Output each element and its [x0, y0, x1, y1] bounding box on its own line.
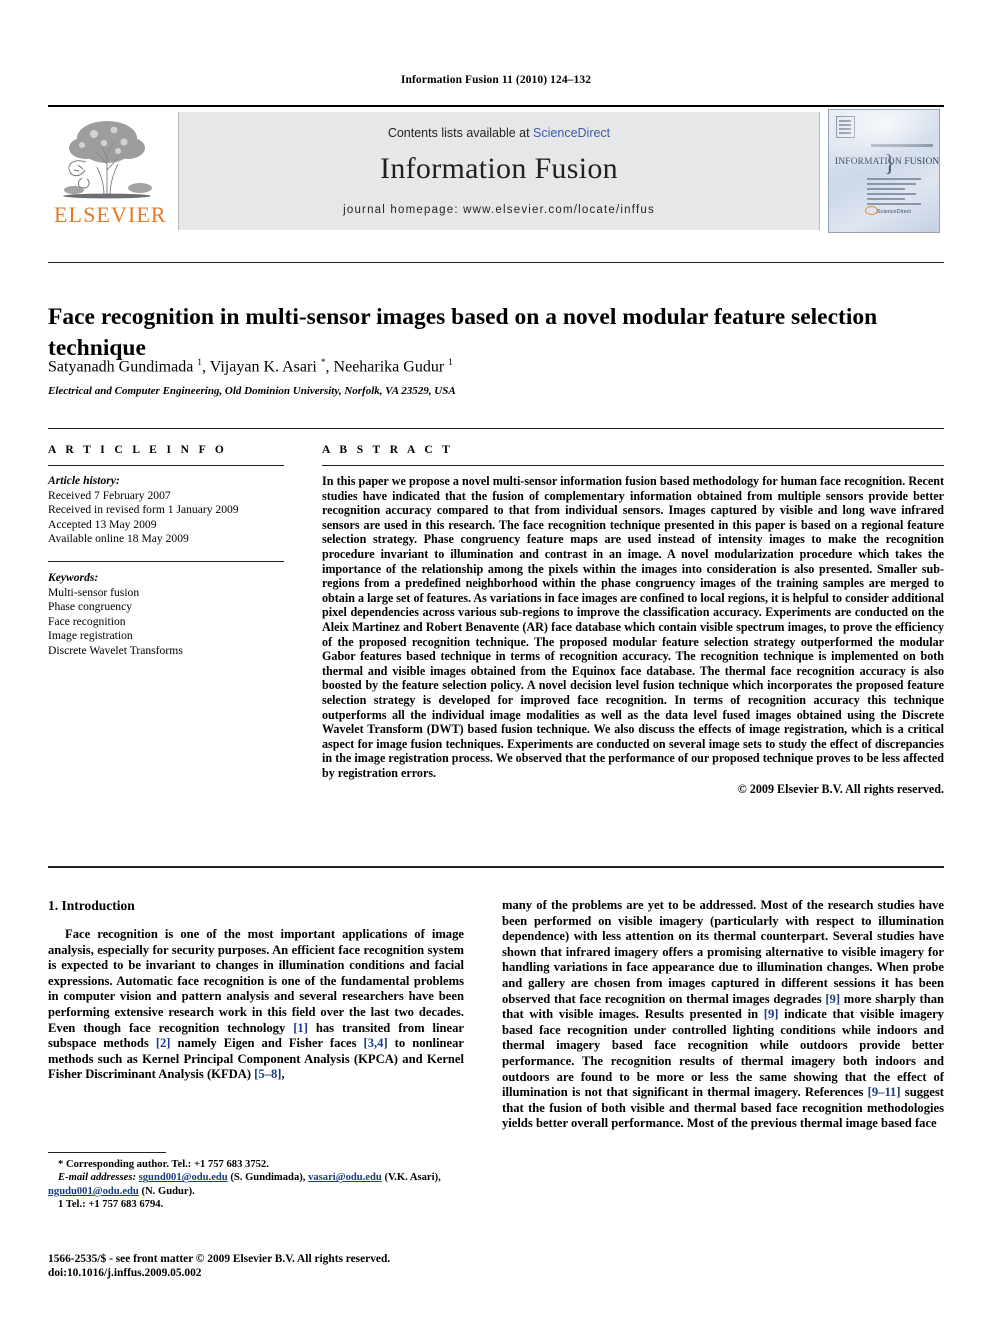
abstract-bottom-rule: [48, 866, 944, 868]
article-history-label: Article history:: [48, 474, 120, 487]
keywords-label: Keywords:: [48, 570, 99, 584]
cover-sciencedirect-label: ScienceDirect: [877, 209, 911, 215]
sciencedirect-link[interactable]: ScienceDirect: [533, 126, 610, 140]
journal-cover-thumbnail: INFORMATION FUSION } ScienceDirect: [828, 109, 940, 233]
history-item: Received 7 February 2007: [48, 488, 171, 502]
email-link-asari[interactable]: vasari@odu.edu: [308, 1172, 382, 1183]
elsevier-logo: ELSEVIER: [52, 112, 174, 230]
history-item: Available online 18 May 2009: [48, 532, 189, 546]
affiliation: Electrical and Computer Engineering, Old…: [48, 385, 456, 397]
abstract-copyright: © 2009 Elsevier B.V. All rights reserved…: [737, 782, 944, 797]
imprint-doi-line: doi:10.1016/j.inffus.2009.05.002: [48, 1267, 202, 1279]
history-item: Received in revised form 1 January 2009: [48, 503, 239, 517]
citation-ref[interactable]: [3,4]: [364, 1036, 388, 1050]
contents-available-line: Contents lists available at ScienceDirec…: [179, 126, 819, 140]
keyword-item: Discrete Wavelet Transforms: [48, 643, 183, 657]
tel-note: 1 Tel.: +1 757 683 6794.: [58, 1199, 164, 1211]
body-column-left: 1. Introduction Face recognition is one …: [48, 898, 464, 1083]
info-top-rule: [48, 428, 944, 429]
contents-prefix: Contents lists available at: [387, 126, 534, 140]
keyword-item: Phase congruency: [48, 600, 133, 614]
journal-masthead: ELSEVIER Contents lists available at Sci…: [48, 105, 944, 233]
article-info-hairline: [48, 465, 284, 466]
email-owner-3: (N. Gudur).: [138, 1185, 195, 1197]
email-owner-1: (S. Gundimada),: [227, 1172, 309, 1184]
keyword-item: Image registration: [48, 629, 133, 643]
history-item: Accepted 13 May 2009: [48, 517, 157, 531]
running-head: Information Fusion 11 (2010) 124–132: [400, 74, 592, 86]
article-info-separator: [48, 560, 284, 562]
abstract-hairline: [322, 465, 944, 466]
text-run: Face recognition is one of the most impo…: [48, 927, 464, 1035]
author-list: Satyanadh Gundimada 1, Vijayan K. Asari …: [48, 358, 453, 376]
masthead-top-rule: [48, 105, 944, 107]
citation-ref[interactable]: [2]: [156, 1036, 171, 1050]
abstract-heading: A B S T R A C T: [322, 444, 454, 456]
citation-ref[interactable]: [9]: [825, 992, 840, 1006]
footnote-rule: [48, 1152, 166, 1153]
abstract-text: In this paper we propose a novel multi-s…: [322, 474, 944, 780]
email-addresses-label: E-mail addresses:: [58, 1172, 136, 1184]
page-title: Face recognition in multi-sensor images …: [48, 303, 878, 361]
article-info-column: A R T I C L E I N F O Article history: R…: [48, 444, 284, 659]
text-run: namely Eigen and Fisher faces: [170, 1036, 364, 1051]
footnote-block: * Corresponding author. Tel.: +1 757 683…: [48, 1158, 468, 1212]
section-heading-introduction: 1. Introduction: [48, 898, 135, 913]
citation-ref[interactable]: [1]: [293, 1021, 308, 1035]
corresponding-author-note: * Corresponding author. Tel.: +1 757 683…: [58, 1159, 269, 1170]
text-run: ,: [281, 1067, 285, 1082]
cover-text-lines: [867, 178, 921, 208]
elsevier-tree-icon: [52, 112, 162, 200]
email-owner-2: (V.K. Asari),: [381, 1172, 441, 1184]
imprint-block: 1566-2535/$ - see front matter © 2009 El…: [48, 1252, 548, 1280]
email-addresses-note: E-mail addresses: sgund001@odu.edu (S. G…: [48, 1171, 468, 1198]
journal-homepage-link[interactable]: journal homepage: www.elsevier.com/locat…: [179, 204, 819, 216]
imprint-issn-line: 1566-2535/$ - see front matter © 2009 El…: [48, 1253, 391, 1265]
body-column-right: many of the problems are yet to be addre…: [502, 898, 944, 1132]
keyword-item: Face recognition: [48, 614, 126, 628]
journal-title: Information Fusion: [380, 152, 618, 185]
email-link-gundimada[interactable]: sgund001@odu.edu: [139, 1172, 228, 1183]
title-top-rule: [48, 262, 944, 263]
text-run: many of the problems are yet to be addre…: [502, 898, 944, 1006]
keyword-item: Multi-sensor fusion: [48, 585, 140, 599]
article-history-block: Article history: Received 7 February 200…: [48, 474, 284, 547]
keywords-block: Keywords: Multi-sensor fusion Phase cong…: [48, 571, 284, 659]
paper-page: Information Fusion 11 (2010) 124–132 ELS…: [0, 0, 992, 1323]
intro-paragraph-left: Face recognition is one of the most impo…: [48, 927, 464, 1083]
citation-ref[interactable]: [9–11]: [868, 1085, 901, 1099]
abstract-column: A B S T R A C T In this paper we propose…: [322, 444, 944, 797]
masthead-center-band: Contents lists available at ScienceDirec…: [178, 112, 820, 230]
elsevier-wordmark: ELSEVIER: [54, 202, 167, 227]
citation-ref[interactable]: [5–8]: [254, 1067, 281, 1081]
email-link-gudur[interactable]: ngudu001@odu.edu: [48, 1186, 139, 1197]
intro-paragraph-right: many of the problems are yet to be addre…: [502, 898, 944, 1132]
citation-ref[interactable]: [9]: [764, 1007, 779, 1021]
article-info-heading: A R T I C L E I N F O: [48, 444, 228, 456]
